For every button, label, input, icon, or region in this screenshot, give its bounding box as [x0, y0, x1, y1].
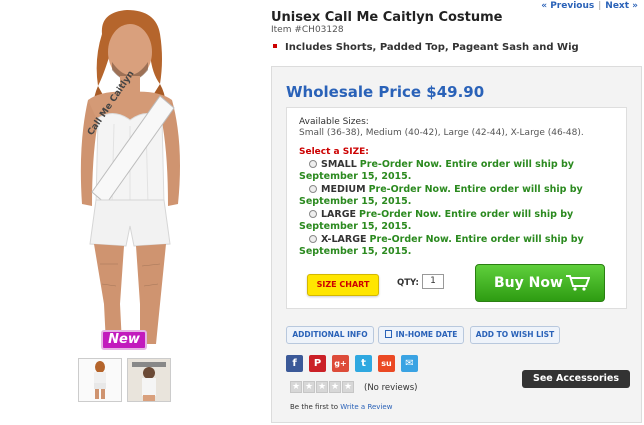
- facebook-icon[interactable]: f: [286, 355, 303, 372]
- product-title: Unisex Call Me Caitlyn Costume: [271, 10, 503, 25]
- item-number: Item #CH03128: [271, 25, 344, 35]
- product-main-image[interactable]: [52, 4, 208, 350]
- size-option-small[interactable]: SMALL Pre-Order Now. Entire order will s…: [299, 159, 624, 182]
- size-radio[interactable]: [309, 235, 317, 243]
- size-radio[interactable]: [309, 185, 317, 193]
- write-review-link[interactable]: Write a Review: [340, 403, 392, 411]
- qty-label: QTY:: [397, 278, 419, 288]
- available-sizes-list: Small (36-38), Medium (40-42), Large (42…: [299, 128, 584, 138]
- size-name: X-LARGE: [321, 234, 367, 245]
- twitter-icon[interactable]: t: [355, 355, 372, 372]
- pagination-nav: « Previous | Next »: [541, 1, 638, 11]
- size-chart-button[interactable]: SIZE CHART: [307, 274, 379, 296]
- size-name: LARGE: [321, 209, 357, 220]
- see-accessories-button[interactable]: See Accessories: [522, 370, 630, 388]
- size-option-medium[interactable]: MEDIUM Pre-Order Now. Entire order will …: [299, 184, 624, 207]
- available-sizes-label: Available Sizes:: [299, 117, 369, 127]
- star-icon: ★: [290, 381, 302, 393]
- stumbleupon-icon[interactable]: su: [378, 355, 395, 372]
- size-name: MEDIUM: [321, 184, 366, 195]
- size-option-xlarge[interactable]: X-LARGE Pre-Order Now. Entire order will…: [299, 234, 624, 257]
- qty-input[interactable]: 1: [422, 274, 444, 289]
- wholesale-price: Wholesale Price $49.90: [286, 83, 485, 101]
- review-count: (No reviews): [364, 383, 418, 393]
- first-review-prompt: Be the first to Write a Review: [290, 403, 392, 411]
- buy-now-button[interactable]: Buy Now: [475, 264, 605, 302]
- product-media: Call Me Caitlyn New: [0, 0, 260, 425]
- select-size-label: Select a SIZE:: [299, 147, 369, 157]
- thumbnail-costume-image: [94, 361, 106, 399]
- size-option-large[interactable]: LARGE Pre-Order Now. Entire order will s…: [299, 209, 624, 232]
- size-name: SMALL: [321, 159, 357, 170]
- tab-in-home-date-label: IN-HOME DATE: [395, 330, 458, 339]
- star-icon: ★: [342, 381, 354, 393]
- email-icon[interactable]: ✉: [401, 355, 418, 372]
- cart-icon: [566, 275, 590, 291]
- calendar-icon: [384, 330, 392, 338]
- next-link[interactable]: Next »: [605, 1, 638, 11]
- size-radio[interactable]: [309, 210, 317, 218]
- star-icon: ★: [316, 381, 328, 393]
- tab-additional-info[interactable]: ADDITIONAL INFO: [286, 326, 374, 344]
- previous-link[interactable]: « Previous: [541, 1, 594, 11]
- thumbnail-magazine-image: [128, 359, 170, 401]
- new-badge: New: [101, 330, 147, 350]
- star-icon: ★: [329, 381, 341, 393]
- tab-in-home-date[interactable]: IN-HOME DATE: [378, 326, 464, 344]
- pinterest-icon[interactable]: P: [309, 355, 326, 372]
- feature-text: Includes Shorts, Padded Top, Pageant Sas…: [285, 42, 579, 53]
- feature-bullet: Includes Shorts, Padded Top, Pageant Sas…: [271, 42, 579, 53]
- google-plus-icon[interactable]: g+: [332, 355, 349, 372]
- purchase-panel: Wholesale Price $49.90 Available Sizes: …: [271, 66, 642, 423]
- bullet-dot-icon: [273, 44, 277, 48]
- nav-separator: |: [598, 1, 602, 11]
- thumbnail-magazine[interactable]: [127, 358, 171, 402]
- star-icon: ★: [303, 381, 315, 393]
- buy-now-label: Buy Now: [494, 275, 563, 291]
- size-radio[interactable]: [309, 160, 317, 168]
- thumbnail-costume[interactable]: [78, 358, 122, 402]
- first-review-prefix: Be the first to: [290, 403, 338, 411]
- size-selection-box: Available Sizes: Small (36-38), Medium (…: [286, 107, 627, 309]
- tab-add-to-wish-list[interactable]: ADD TO WISH LIST: [470, 326, 560, 344]
